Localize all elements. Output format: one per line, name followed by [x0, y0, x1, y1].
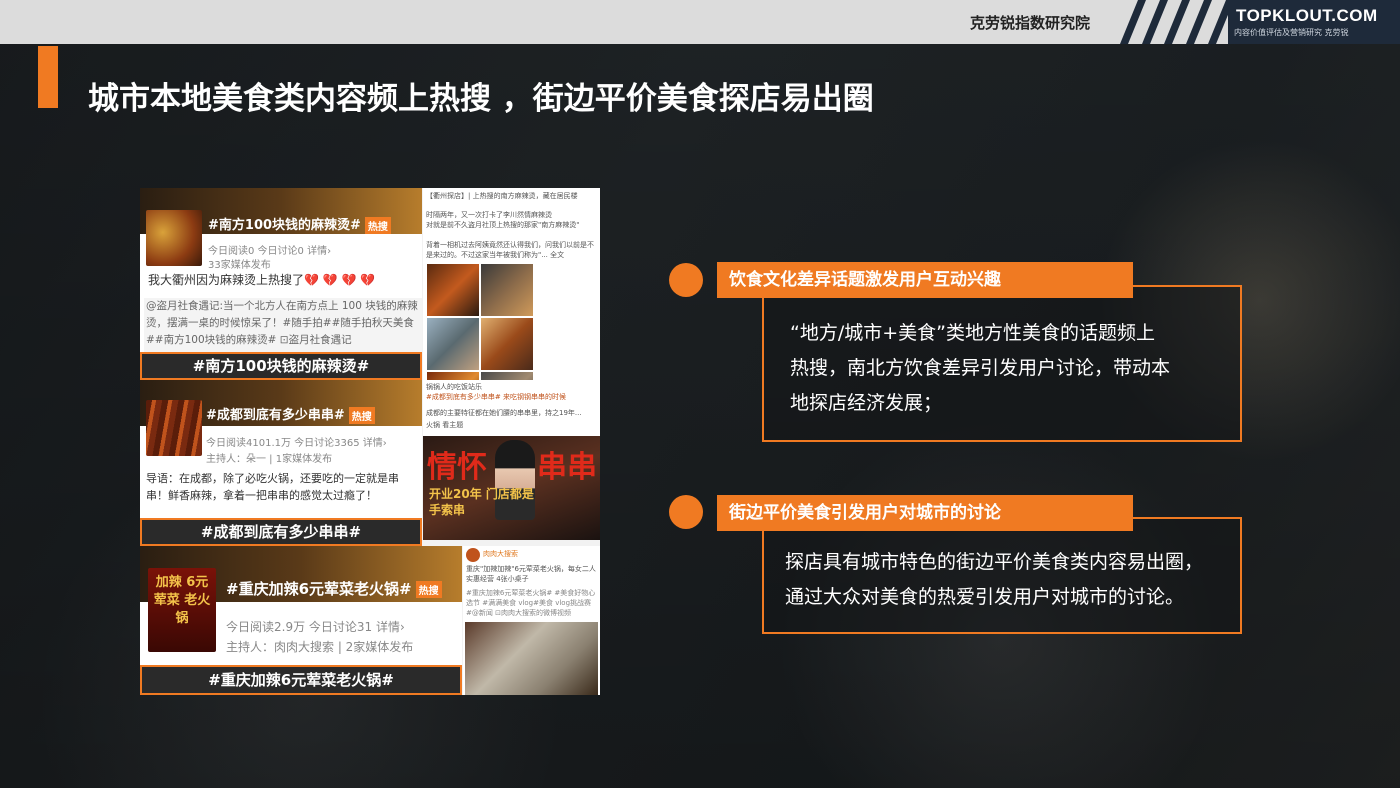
photo-tile — [481, 264, 533, 316]
point-1-line-2: 热搜，南北方饮食差异引发用户讨论，带动本 — [790, 357, 1171, 379]
menu-photo — [465, 622, 598, 695]
post-line: 背着一相机过去阿姨竟然还认得我们，问我们以前是不是来过的。不过这家当年被我们称为… — [426, 241, 594, 259]
page-title: 城市本地美食类内容频上热搜 ，街边平价美食探店易出圈 — [88, 81, 874, 117]
card-stats: 今日阅读4101.1万 今日讨论3365 详情› — [206, 438, 387, 449]
post-line: 成都的主要特征都在她们腰的串串里，持之19年... — [426, 409, 582, 417]
hot-topic-card-2: #成都到底有多少串串# 热搜 今日阅读4101.1万 今日讨论3365 详情› 主… — [140, 380, 422, 540]
logo-sub-text: 内容价值评估及营销研究 克劳锐 — [1234, 28, 1349, 37]
hot-topic-card-1: #南方100块钱的麻辣烫# 热搜 今日阅读0 今日讨论0 详情› 33家媒体发布 … — [140, 188, 422, 378]
banner-text-left: 情怀 — [427, 450, 487, 485]
point-2-line-1: 探店具有城市特色的街边平价美食类内容易出圈， — [785, 551, 1204, 573]
point-1-title: 饮食文化差异话题激发用户互动兴趣 — [717, 262, 1133, 298]
photo-tile — [427, 318, 479, 370]
logo-main-text: TOPKLOUT.COM — [1236, 6, 1378, 25]
card-intro-text: 导语：在成都，除了必吃火锅，还要吃的一定就是串串！鲜香麻辣，拿着一把串串的感觉太… — [146, 472, 399, 502]
card-quote: @盗月社食遇记:当一个北方人在南方点上 100 块钱的麻辣烫，摆满一桌的时候惊呆… — [144, 298, 422, 352]
post-line: 锅锅人的吃饭站乐 — [426, 383, 482, 391]
top-bar: 克劳锐指数研究院 TOPKLOUT.COM 内容价值评估及营销研究 克劳锐 — [0, 0, 1400, 44]
thumbnail-text: 加辣 6元荤菜 老火锅 — [153, 575, 211, 626]
card-host: 主持人：朵一 | 1家媒体发布 — [206, 454, 333, 465]
topklout-logo: TOPKLOUT.COM 内容价值评估及营销研究 克劳锐 — [1228, 0, 1400, 44]
post-line: #重庆加辣6元荤菜老火锅# #美食好物心选节 #满满美食 vlog#美食 vlo… — [466, 589, 596, 617]
card-hashtag: #成都到底有多少串串# 热搜 — [206, 404, 375, 424]
hot-badge: 热搜 — [364, 217, 391, 234]
dish-thumbnail — [146, 210, 202, 266]
title-accent-bar — [38, 46, 58, 108]
post-line: 重庆"加辣加辣"6元荤菜老火锅，每女二人实惠经营 4张小桌子 — [466, 565, 596, 583]
card-hashtag: #重庆加辣6元荤菜老火锅# 热搜 — [226, 578, 442, 599]
card-media-count: 33家媒体发布 — [208, 260, 271, 271]
weibo-post-3: 肉肉大搜索 重庆"加辣加辣"6元荤菜老火锅，每女二人实惠经营 4张小桌子 #重庆… — [463, 546, 600, 695]
hot-badge: 热搜 — [415, 581, 442, 598]
card-stats: 今日阅读2.9万 今日讨论31 详情› — [226, 620, 405, 634]
video-banner: 情怀 串串 开业20年 门店都是手索串 — [423, 436, 600, 540]
hotpot-thumbnail: 加辣 6元荤菜 老火锅 — [148, 568, 216, 652]
post-line: 时隔两年，又一次打卡了李川然情麻辣烫 — [426, 211, 552, 219]
post-line: 【衢州探店】| 上热搜的南方麻辣烫，藏在居民楼 — [426, 192, 578, 200]
post-author: 肉肉大搜索 — [483, 550, 518, 558]
banner-text-right: 串串 — [537, 450, 597, 485]
card-stats: 今日阅读0 今日讨论0 详情› — [208, 246, 332, 257]
point-2-title: 街边平价美食引发用户对城市的讨论 — [717, 495, 1133, 531]
photo-tile — [481, 318, 533, 370]
brand-name: 克劳锐指数研究院 — [969, 14, 1090, 32]
caption-bar-1: #南方100块钱的麻辣烫# — [140, 352, 422, 380]
avatar — [466, 548, 480, 562]
point-2-line-2: 通过大众对美食的热爱引发用户对城市的讨论。 — [785, 586, 1185, 608]
skewer-thumbnail — [146, 400, 202, 456]
point-1-line-3: 地探店经济发展； — [790, 392, 943, 414]
point-1-bullet — [669, 263, 703, 297]
point-1-line-1: “地方/城市+美食”类地方性美食的话题频上 — [790, 322, 1156, 344]
card-post-text: 我大衢州因为麻辣烫上热搜了💔 💔 💔 💔 — [148, 273, 376, 287]
post-line: 火锅 看主题 — [426, 421, 464, 429]
photo-tile — [427, 264, 479, 316]
hot-badge: 热搜 — [348, 407, 375, 424]
caption-bar-3: #重庆加辣6元荤菜老火锅# — [140, 665, 462, 695]
banner-subtitle: 开业20年 门店都是手索串 — [429, 487, 534, 517]
weibo-post-2: 锅锅人的吃饭站乐 #成都到底有多少串串# 来吃钢钢串串的时候 成都的主要特征都在… — [423, 380, 600, 540]
caption-bar-2: #成都到底有多少串串# — [140, 518, 422, 546]
point-2-bullet — [669, 495, 703, 529]
card-host: 主持人：肉肉大搜索 | 2家媒体发布 — [226, 640, 414, 654]
card-hashtag: #南方100块钱的麻辣烫# 热搜 — [208, 214, 391, 234]
post-line: #成都到底有多少串串# 来吃钢钢串串的时候 — [426, 393, 566, 401]
screenshot-collage: #南方100块钱的麻辣烫# 热搜 今日阅读0 今日讨论0 详情› 33家媒体发布 … — [140, 188, 600, 695]
post-line: 对就是前不久盗月社顶上热搜的那家"南方麻辣烫" — [426, 221, 580, 229]
decorative-stripes — [1120, 0, 1230, 44]
